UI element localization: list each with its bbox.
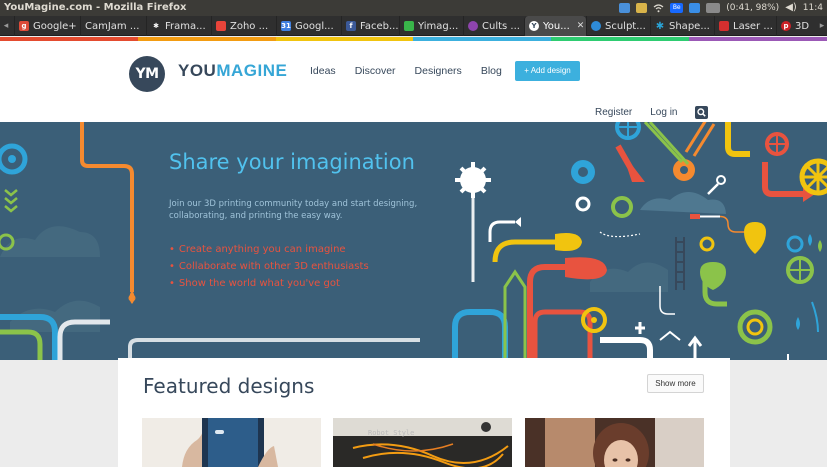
design-card[interactable] (142, 418, 321, 467)
show-more-button[interactable]: Show more (647, 374, 704, 393)
tab-label: Frama... (165, 20, 206, 32)
tab-label: Zoho ... (230, 20, 269, 32)
search-icon (697, 108, 706, 117)
youmagine-icon: Y (529, 21, 539, 31)
featured-designs-panel: Featured designs Show more Robot Style (118, 358, 730, 467)
logo-wordmark[interactable]: YOUMAGINE (178, 61, 287, 81)
tab-zoho[interactable]: Zoho ... (211, 16, 276, 36)
site-header: YM YOUMAGINE Ideas Discover Designers Bl… (0, 41, 827, 122)
tab-strip: ◂ g Google+ CamJam ... ✱ Frama... Zoho .… (0, 16, 827, 36)
tab-label: Googl... (295, 20, 334, 32)
login-link[interactable]: Log in (650, 107, 677, 118)
tab-label: Laser ... (733, 20, 773, 32)
hero-banner: Share your imagination Join our 3D print… (0, 122, 827, 360)
tab-camjam[interactable]: CamJam ... (80, 16, 146, 36)
tab-cults[interactable]: Cults ... (463, 16, 524, 36)
hero-bullet: Create anything you can imagine (169, 241, 369, 258)
close-tab-icon[interactable]: ✕ (577, 21, 585, 31)
tab-label: CamJam ... (85, 20, 140, 32)
google-calendar-icon: 31 (281, 21, 291, 31)
design-card[interactable]: Robot Style (333, 418, 512, 467)
nav-discover[interactable]: Discover (355, 65, 396, 77)
design-thumbnail (525, 418, 704, 467)
tab-label: Shape... (669, 20, 710, 32)
tab-label: 3D (795, 20, 810, 32)
tab-laser[interactable]: Laser ... (714, 16, 776, 36)
tab-facebook[interactable]: f Faceb... (341, 16, 399, 36)
wifi-icon[interactable] (653, 3, 664, 13)
design-thumbnail (142, 418, 321, 467)
tab-label: You... (543, 20, 570, 32)
tab-label: Google+ (33, 20, 77, 32)
system-tray: Be (0:41, 98%) ◀) 11:4 (619, 0, 827, 16)
laser-icon (719, 21, 729, 31)
window-title: YouMagine.com - Mozilla Firefox (4, 2, 187, 13)
volume-icon[interactable]: ◀) (785, 0, 797, 16)
mail-icon[interactable] (689, 3, 701, 13)
add-design-button[interactable]: + Add design (515, 61, 580, 81)
design-card-label: Robot Style (368, 429, 415, 437)
account-links: Register Log in (595, 107, 678, 118)
nav-blog[interactable]: Blog (481, 65, 502, 77)
featured-title: Featured designs (143, 374, 315, 398)
facebook-icon: f (346, 21, 356, 31)
logo-badge[interactable]: YM (129, 56, 165, 92)
main-nav: Ideas Discover Designers Blog (310, 65, 502, 77)
nav-ideas[interactable]: Ideas (310, 65, 336, 77)
google-plus-icon: g (19, 21, 29, 31)
dropbox-icon[interactable] (619, 3, 631, 13)
tab-label: Yimag... (418, 20, 459, 32)
hero-title: Share your imagination (169, 150, 415, 174)
tab-shapeways[interactable]: ✱ Shape... (650, 16, 714, 36)
logo-you: YOU (178, 61, 217, 80)
tab-youmagine[interactable]: Y You... ✕ (524, 16, 586, 36)
cults-icon (468, 21, 478, 31)
battery-icon[interactable] (706, 3, 721, 13)
yimaging-icon (404, 21, 414, 31)
framasoft-icon: ✱ (153, 22, 159, 30)
tab-pinterest-3d[interactable]: p 3D (776, 16, 817, 36)
behance-icon[interactable]: Be (670, 3, 684, 13)
zoho-icon (216, 21, 226, 31)
hero-bullet: Collaborate with other 3D enthusiasts (169, 258, 369, 275)
design-thumbnail (333, 418, 512, 467)
tab-sculpteo[interactable]: Sculpt... (586, 16, 650, 36)
hero-intro: Join our 3D printing community today and… (169, 199, 418, 221)
sculpteo-icon (591, 21, 601, 31)
notebook-icon[interactable] (636, 3, 648, 13)
design-card[interactable] (525, 418, 704, 467)
battery-status: (0:41, 98%) (726, 3, 780, 13)
tab-framasoft[interactable]: ✱ Frama... (146, 16, 211, 36)
search-button[interactable] (695, 106, 708, 119)
shapeways-icon: ✱ (655, 20, 665, 32)
clock[interactable]: 11:4 (803, 0, 823, 16)
nav-designers[interactable]: Designers (415, 65, 462, 77)
tab-label: Cults ... (482, 20, 520, 32)
hero-bullet-list: Create anything you can imagine Collabor… (169, 241, 369, 292)
tab-google-calendar[interactable]: 31 Googl... (276, 16, 341, 36)
tab-scroll-right-icon[interactable]: ▸ (817, 16, 827, 36)
os-top-panel: YouMagine.com - Mozilla Firefox Be (0:41… (0, 0, 827, 16)
hero-bullet: Show the world what you've got (169, 275, 369, 292)
pinterest-icon: p (781, 21, 791, 31)
tab-yimaging[interactable]: Yimag... (399, 16, 463, 36)
tab-label: Faceb... (360, 20, 399, 32)
tab-google-plus[interactable]: g Google+ (14, 16, 80, 36)
tab-scroll-left-icon[interactable]: ◂ (0, 16, 12, 36)
logo-magine: MAGINE (216, 61, 288, 80)
register-link[interactable]: Register (595, 107, 632, 118)
tab-label: Sculpt... (605, 20, 646, 32)
